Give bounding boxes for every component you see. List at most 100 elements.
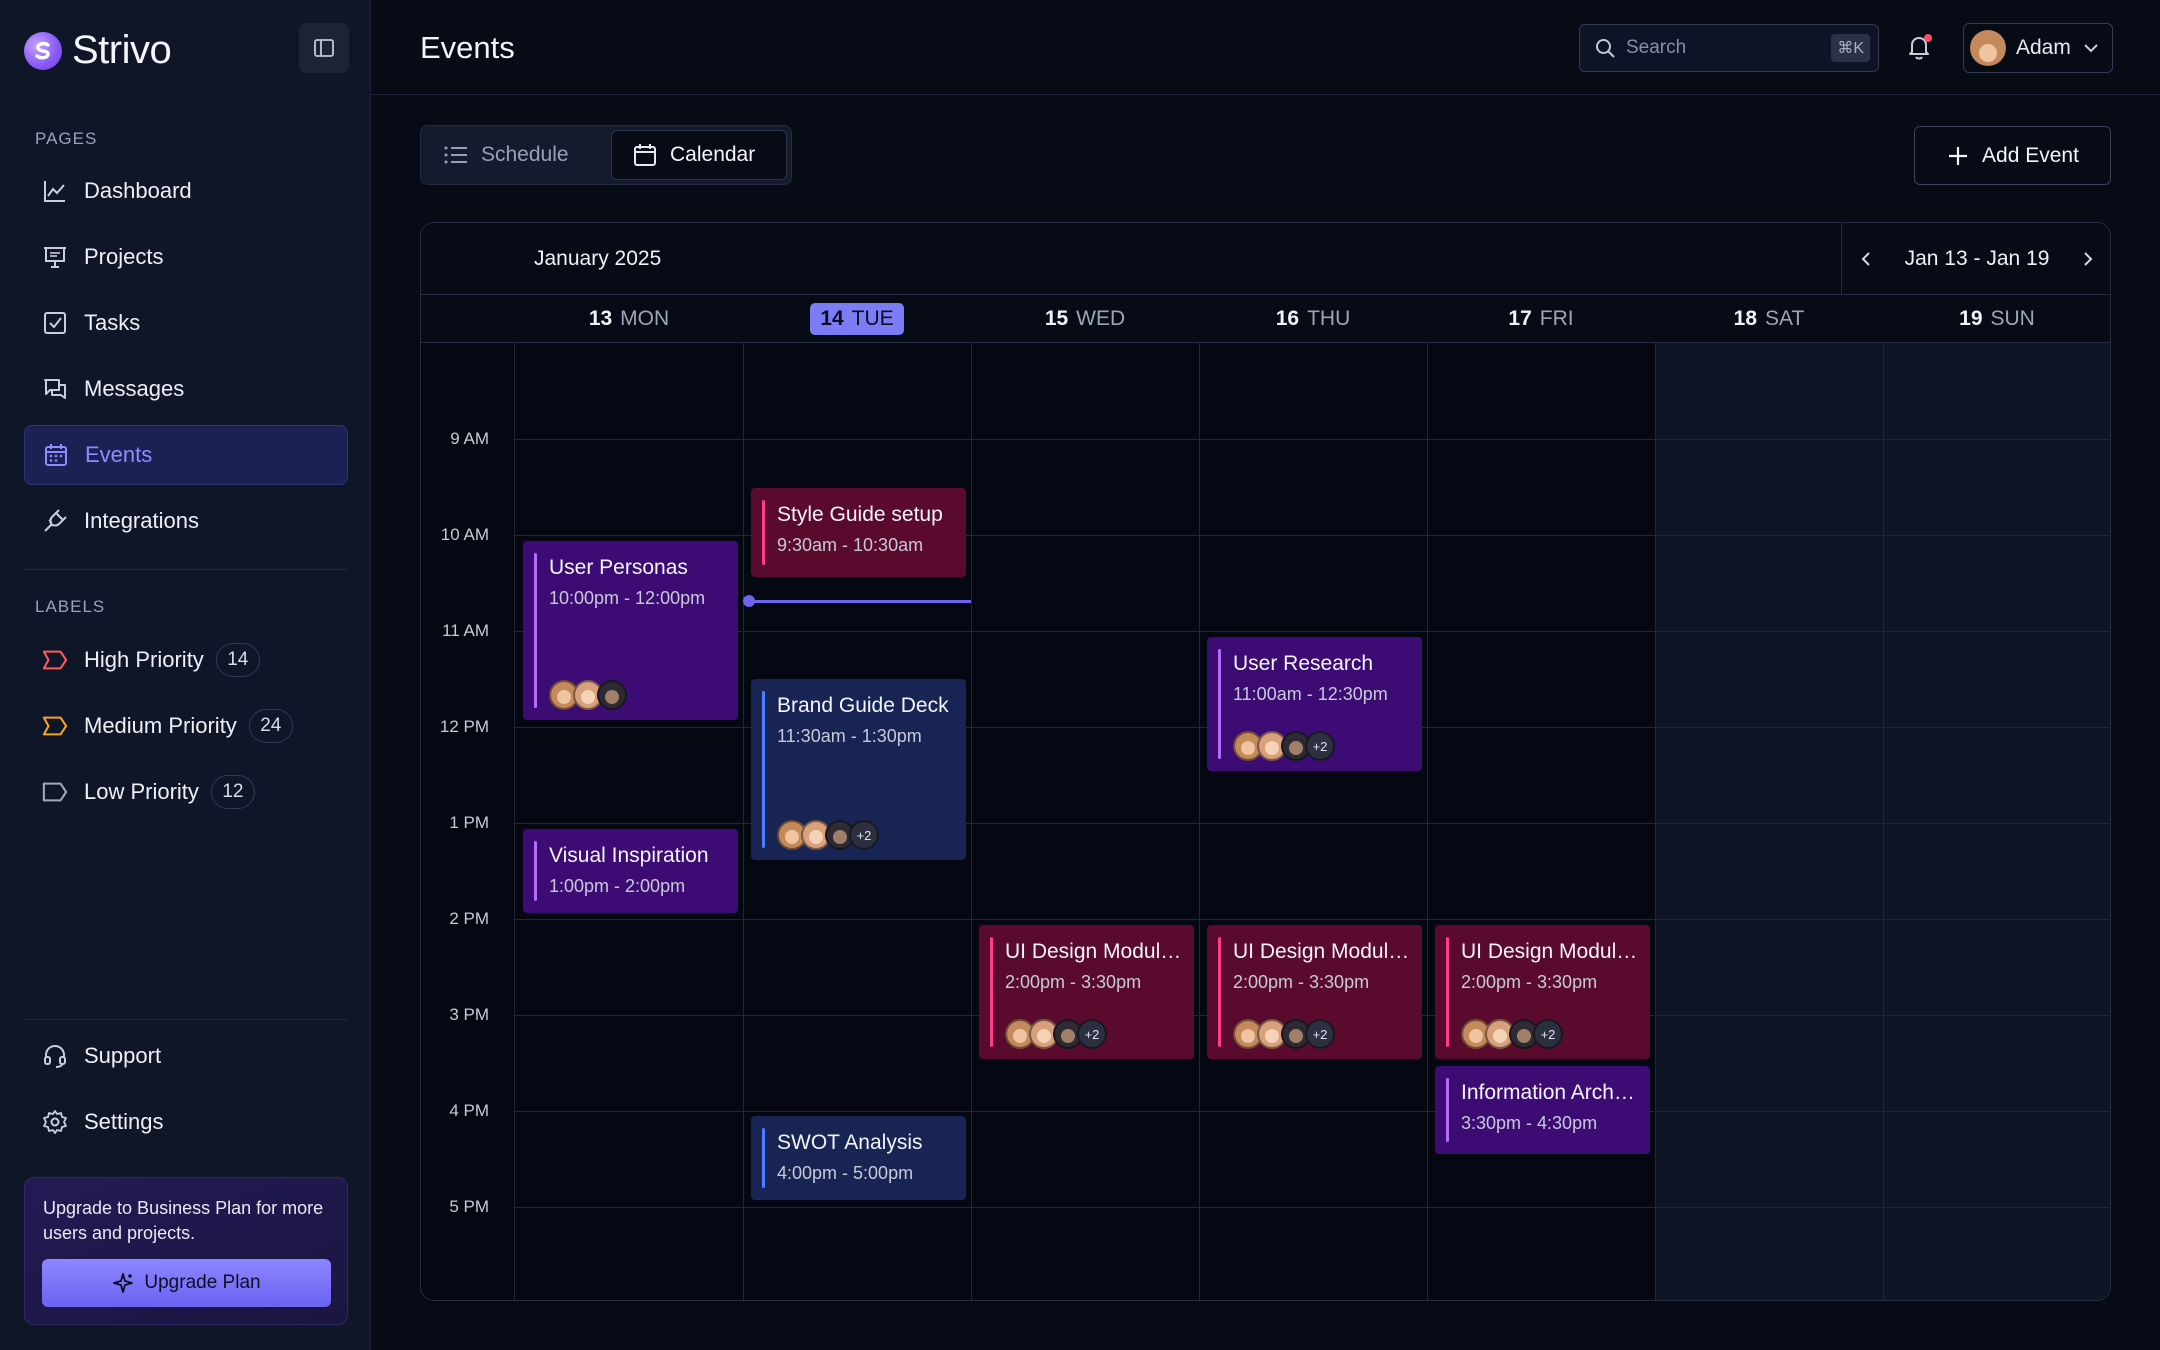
sidebar-item-events[interactable]: Events bbox=[24, 425, 348, 485]
tag-red-icon bbox=[42, 647, 68, 673]
chevron-right-icon bbox=[2084, 252, 2093, 266]
day-number: 16 bbox=[1275, 307, 1300, 330]
label-name: High Priority bbox=[84, 647, 204, 672]
brand-logo-icon bbox=[24, 31, 62, 70]
more-attendees-badge: +2 bbox=[1533, 1019, 1563, 1049]
event-card[interactable]: Brand Guide Deck 11:30am - 1:30pm +2 bbox=[751, 679, 966, 860]
day-header-row: 13 MON 14 TUE 15 WED 16 THU 17 FRI 18 SA… bbox=[421, 295, 2110, 343]
event-card[interactable]: SWOT Analysis 4:00pm - 5:00pm bbox=[751, 1116, 966, 1200]
day-number: 15 bbox=[1044, 307, 1069, 330]
event-card[interactable]: UI Design Modules 2:00pm - 3:30pm +2 bbox=[1435, 925, 1650, 1059]
sidebar-item-dashboard[interactable]: Dashboard bbox=[24, 161, 348, 221]
time-grid[interactable]: 9 AM 10 AM 11 AM 12 PM 1 PM 2 PM 3 PM 4 … bbox=[421, 343, 2110, 1300]
presentation-icon bbox=[42, 244, 68, 270]
tab-calendar[interactable]: Calendar bbox=[611, 130, 787, 180]
event-card[interactable]: Style Guide setup 9:30am - 10:30am bbox=[751, 488, 966, 577]
sidebar-item-integrations[interactable]: Integrations bbox=[24, 491, 348, 551]
sidebar-item-tasks[interactable]: Tasks bbox=[24, 293, 348, 353]
day-name: TUE bbox=[851, 307, 894, 330]
grid-line bbox=[971, 343, 972, 1300]
add-event-label: Add Event bbox=[1982, 143, 2079, 167]
topbar: Events ⌘K Adam bbox=[371, 0, 2160, 95]
upgrade-plan-button[interactable]: Upgrade Plan bbox=[42, 1259, 331, 1307]
event-attendees: +2 bbox=[777, 820, 879, 850]
search-box[interactable]: ⌘K bbox=[1579, 24, 1879, 72]
sidebar-collapse-button[interactable] bbox=[299, 23, 349, 73]
plug-icon bbox=[42, 508, 68, 534]
more-attendees-badge: +2 bbox=[1305, 1019, 1335, 1049]
grid-line bbox=[743, 343, 744, 1300]
divider bbox=[24, 569, 348, 570]
user-menu-button[interactable]: Adam bbox=[1963, 23, 2113, 73]
label-high-priority[interactable]: High Priority 14 bbox=[24, 630, 348, 690]
calendar-icon bbox=[43, 442, 69, 468]
label-medium-priority[interactable]: Medium Priority 24 bbox=[24, 696, 348, 756]
event-title: SWOT Analysis bbox=[777, 1131, 923, 1154]
sidebar: Strivo PAGES Dashboard Projects Tasks Me… bbox=[0, 0, 371, 1350]
event-title: Style Guide setup bbox=[777, 503, 943, 526]
chart-line-icon bbox=[42, 178, 68, 204]
sidebar-item-label: Integrations bbox=[84, 508, 199, 533]
day-name: MON bbox=[620, 307, 670, 330]
sidebar-item-settings[interactable]: Settings bbox=[24, 1092, 348, 1152]
day-name: THU bbox=[1307, 307, 1351, 330]
event-time: 11:00am - 12:30pm bbox=[1233, 684, 1388, 704]
event-card[interactable]: User Personas 10:00pm - 12:00pm bbox=[523, 541, 738, 720]
event-card[interactable]: UI Design Modules 2:00pm - 3:30pm +2 bbox=[1207, 925, 1422, 1059]
grid-line bbox=[1427, 343, 1428, 1300]
sidebar-toggle-icon bbox=[314, 39, 334, 57]
day-header-wed[interactable]: 15 WED bbox=[971, 295, 1199, 343]
sidebar-item-label: Messages bbox=[84, 376, 185, 401]
chevron-left-icon bbox=[1861, 252, 1870, 266]
event-time: 2:00pm - 3:30pm bbox=[1233, 972, 1370, 992]
list-icon bbox=[444, 146, 467, 164]
notification-dot bbox=[1924, 34, 1932, 42]
sidebar-item-messages[interactable]: Messages bbox=[24, 359, 348, 419]
label-count-badge: 24 bbox=[248, 709, 293, 743]
calendar: January 2025 Jan 13 - Jan 19 13 MON 14 T… bbox=[420, 222, 2111, 1301]
page-title: Events bbox=[420, 30, 515, 65]
event-attendees: +2 bbox=[1233, 731, 1335, 761]
day-header-mon[interactable]: 13 MON bbox=[515, 295, 743, 343]
sidebar-item-label: Tasks bbox=[84, 310, 141, 335]
grid-line bbox=[1883, 343, 1884, 1300]
upgrade-plan-label: Upgrade Plan bbox=[144, 1272, 261, 1293]
day-header-fri[interactable]: 17 FRI bbox=[1427, 295, 1655, 343]
avatar bbox=[597, 680, 627, 710]
calendar-icon bbox=[634, 144, 656, 166]
sidebar-item-label: Settings bbox=[84, 1109, 164, 1134]
prev-week-button[interactable] bbox=[1855, 248, 1877, 270]
brand[interactable]: Strivo bbox=[24, 28, 172, 73]
day-header-sun[interactable]: 19 SUN bbox=[1883, 295, 2110, 343]
upgrade-text: Upgrade to Business Plan for more users … bbox=[43, 1198, 324, 1243]
view-switcher: Schedule Calendar bbox=[420, 125, 792, 185]
sidebar-item-projects[interactable]: Projects bbox=[24, 227, 348, 287]
label-low-priority[interactable]: Low Priority 12 bbox=[24, 762, 348, 822]
day-header-sat[interactable]: 18 SAT bbox=[1655, 295, 1883, 343]
time-label: 2 PM bbox=[449, 909, 489, 928]
grid-line bbox=[1199, 343, 1200, 1300]
add-event-button[interactable]: Add Event bbox=[1914, 126, 2111, 185]
day-number: 14 bbox=[820, 307, 844, 330]
event-card[interactable]: Visual Inspiration 1:00pm - 2:00pm bbox=[523, 829, 738, 913]
event-card[interactable]: UI Design Modules 2:00pm - 3:30pm +2 bbox=[979, 925, 1194, 1059]
pages-section-label: PAGES bbox=[35, 129, 98, 148]
calendar-header: January 2025 Jan 13 - Jan 19 bbox=[421, 223, 2110, 295]
event-title: Visual Inspiration bbox=[549, 844, 709, 867]
event-title: UI Design Modules bbox=[1233, 940, 1410, 963]
sidebar-item-label: Support bbox=[84, 1043, 162, 1068]
event-time: 2:00pm - 3:30pm bbox=[1005, 972, 1142, 992]
event-title: User Personas bbox=[549, 556, 688, 579]
event-card[interactable]: Information Architecture 3:30pm - 4:30pm bbox=[1435, 1066, 1650, 1154]
gear-icon bbox=[42, 1109, 68, 1135]
day-header-thu[interactable]: 16 THU bbox=[1199, 295, 1427, 343]
notifications-button[interactable] bbox=[1904, 32, 1934, 62]
tag-gray-icon bbox=[42, 779, 68, 805]
day-header-tue[interactable]: 14 TUE bbox=[743, 295, 971, 343]
sidebar-item-support[interactable]: Support bbox=[24, 1026, 348, 1086]
day-number: 18 bbox=[1733, 307, 1758, 330]
tab-schedule[interactable]: Schedule bbox=[425, 130, 605, 180]
next-week-button[interactable] bbox=[2077, 248, 2099, 270]
event-card[interactable]: User Research 11:00am - 12:30pm +2 bbox=[1207, 637, 1422, 771]
search-input[interactable] bbox=[1626, 37, 1816, 59]
